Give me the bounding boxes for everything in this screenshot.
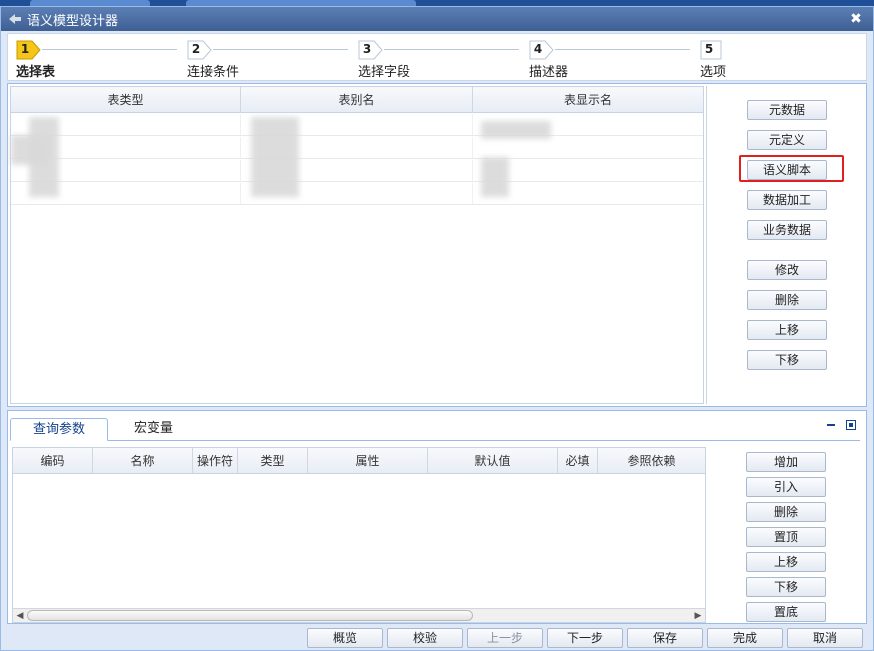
step-label: 选项	[700, 65, 727, 80]
table-action-buttons: 元数据 元定义 语义脚本 数据加工 业务数据 修改 删除 上移 下移	[706, 86, 864, 404]
step-connector	[213, 49, 348, 50]
column-header-name[interactable]: 名称	[93, 448, 193, 474]
delete-button[interactable]: 删除	[747, 290, 827, 310]
finish-button[interactable]: 完成	[707, 628, 783, 648]
step-label: 选择表	[16, 65, 56, 80]
add-param-button[interactable]: 增加	[746, 452, 826, 472]
step-number: 5	[704, 42, 714, 56]
table-selection-panel: 表类型 表别名 表显示名 元数据 元定义 语义脚本 数据加工 业务数据 修改 删…	[7, 83, 867, 407]
data-process-button[interactable]: 数据加工	[747, 190, 827, 210]
meta-define-button[interactable]: 元定义	[747, 130, 827, 150]
step-label: 连接条件	[187, 65, 240, 80]
parameter-tabs: 查询参数 宏变量	[10, 415, 860, 441]
wizard-step-select-table[interactable]: 1 选择表	[12, 36, 182, 80]
move-up-param-button[interactable]: 上移	[746, 552, 826, 572]
scroll-thumb[interactable]	[27, 610, 473, 621]
modify-button[interactable]: 修改	[747, 260, 827, 280]
previous-step-button[interactable]: 上一步	[467, 628, 543, 648]
column-header-type[interactable]: 类型	[238, 448, 308, 474]
meta-data-button[interactable]: 元数据	[747, 100, 827, 120]
validate-button[interactable]: 校验	[387, 628, 463, 648]
step-label: 描述器	[529, 65, 569, 80]
redacted-content	[11, 135, 49, 165]
close-icon[interactable]: ✖	[847, 10, 865, 28]
step-connector	[384, 49, 519, 50]
wizard-step-select-fields[interactable]: 3 选择字段	[354, 36, 524, 80]
save-button[interactable]: 保存	[627, 628, 703, 648]
table-row[interactable]	[11, 160, 703, 182]
parameter-grid: 编码 名称 操作符 类型 属性 默认值 必填 参照依赖 ◀ ▶	[12, 447, 706, 623]
overview-button[interactable]: 概览	[307, 628, 383, 648]
column-header-code[interactable]: 编码	[13, 448, 93, 474]
table-row[interactable]	[11, 183, 703, 205]
redacted-content	[481, 121, 551, 139]
step-number: 1	[20, 42, 30, 56]
column-header-table-type[interactable]: 表类型	[11, 87, 241, 113]
minimize-icon[interactable]	[826, 419, 836, 429]
window-title: 语义模型设计器	[27, 13, 119, 29]
column-header-default-value[interactable]: 默认值	[428, 448, 558, 474]
table-row[interactable]	[11, 114, 703, 136]
move-bottom-param-button[interactable]: 置底	[746, 602, 826, 622]
maximize-icon[interactable]	[846, 419, 856, 430]
semantic-model-designer-dialog: 语义模型设计器 ✖ 1 选择表 2 连接条件 3 选择字段 4 描述器 5 选项…	[0, 6, 874, 651]
step-number: 4	[533, 42, 543, 56]
scroll-right-icon[interactable]: ▶	[692, 610, 704, 622]
table-grid: 表类型 表别名 表显示名	[10, 86, 704, 404]
scroll-left-icon[interactable]: ◀	[14, 610, 26, 622]
parameter-panel: 查询参数 宏变量 编码 名称 操作符 类型 属性 默认值 必填 参照依赖 ◀ ▶…	[7, 410, 867, 624]
step-number: 2	[191, 42, 201, 56]
tab-query-params[interactable]: 查询参数	[10, 418, 109, 441]
column-header-table-display-name[interactable]: 表显示名	[473, 87, 703, 113]
highlight-box	[739, 155, 844, 182]
redacted-content	[251, 117, 299, 197]
move-down-param-button[interactable]: 下移	[746, 577, 826, 597]
column-header-table-alias[interactable]: 表别名	[241, 87, 473, 113]
step-label: 选择字段	[358, 65, 411, 80]
delete-param-button[interactable]: 删除	[746, 502, 826, 522]
step-connector	[42, 49, 177, 50]
wizard-step-descriptor[interactable]: 4 描述器	[525, 36, 695, 80]
column-header-reference-dependency[interactable]: 参照依赖	[598, 448, 705, 474]
step-number: 3	[362, 42, 372, 56]
move-up-button[interactable]: 上移	[747, 320, 827, 340]
column-header-attribute[interactable]: 属性	[308, 448, 428, 474]
app-icon	[7, 11, 23, 27]
parameter-grid-header: 编码 名称 操作符 类型 属性 默认值 必填 参照依赖	[13, 448, 705, 474]
wizard-step-join-conditions[interactable]: 2 连接条件	[183, 36, 353, 80]
redacted-content	[481, 157, 509, 197]
move-down-button[interactable]: 下移	[747, 350, 827, 370]
move-top-param-button[interactable]: 置顶	[746, 527, 826, 547]
column-header-operator[interactable]: 操作符	[193, 448, 238, 474]
wizard-steps: 1 选择表 2 连接条件 3 选择字段 4 描述器 5 选项	[7, 33, 867, 81]
column-header-required[interactable]: 必填	[558, 448, 598, 474]
next-step-button[interactable]: 下一步	[547, 628, 623, 648]
table-grid-header: 表类型 表别名 表显示名	[11, 87, 703, 113]
tab-macro-vars[interactable]: 宏变量	[112, 418, 195, 441]
step-connector	[555, 49, 690, 50]
title-bar[interactable]: 语义模型设计器 ✖	[1, 7, 873, 31]
wizard-step-options[interactable]: 5 选项	[696, 36, 856, 80]
business-data-button[interactable]: 业务数据	[747, 220, 827, 240]
cancel-button[interactable]: 取消	[787, 628, 863, 648]
horizontal-scrollbar[interactable]: ◀ ▶	[13, 608, 705, 622]
table-row[interactable]	[11, 137, 703, 159]
footer-buttons: 概览 校验 上一步 下一步 保存 完成 取消	[7, 626, 867, 650]
import-param-button[interactable]: 引入	[746, 477, 826, 497]
